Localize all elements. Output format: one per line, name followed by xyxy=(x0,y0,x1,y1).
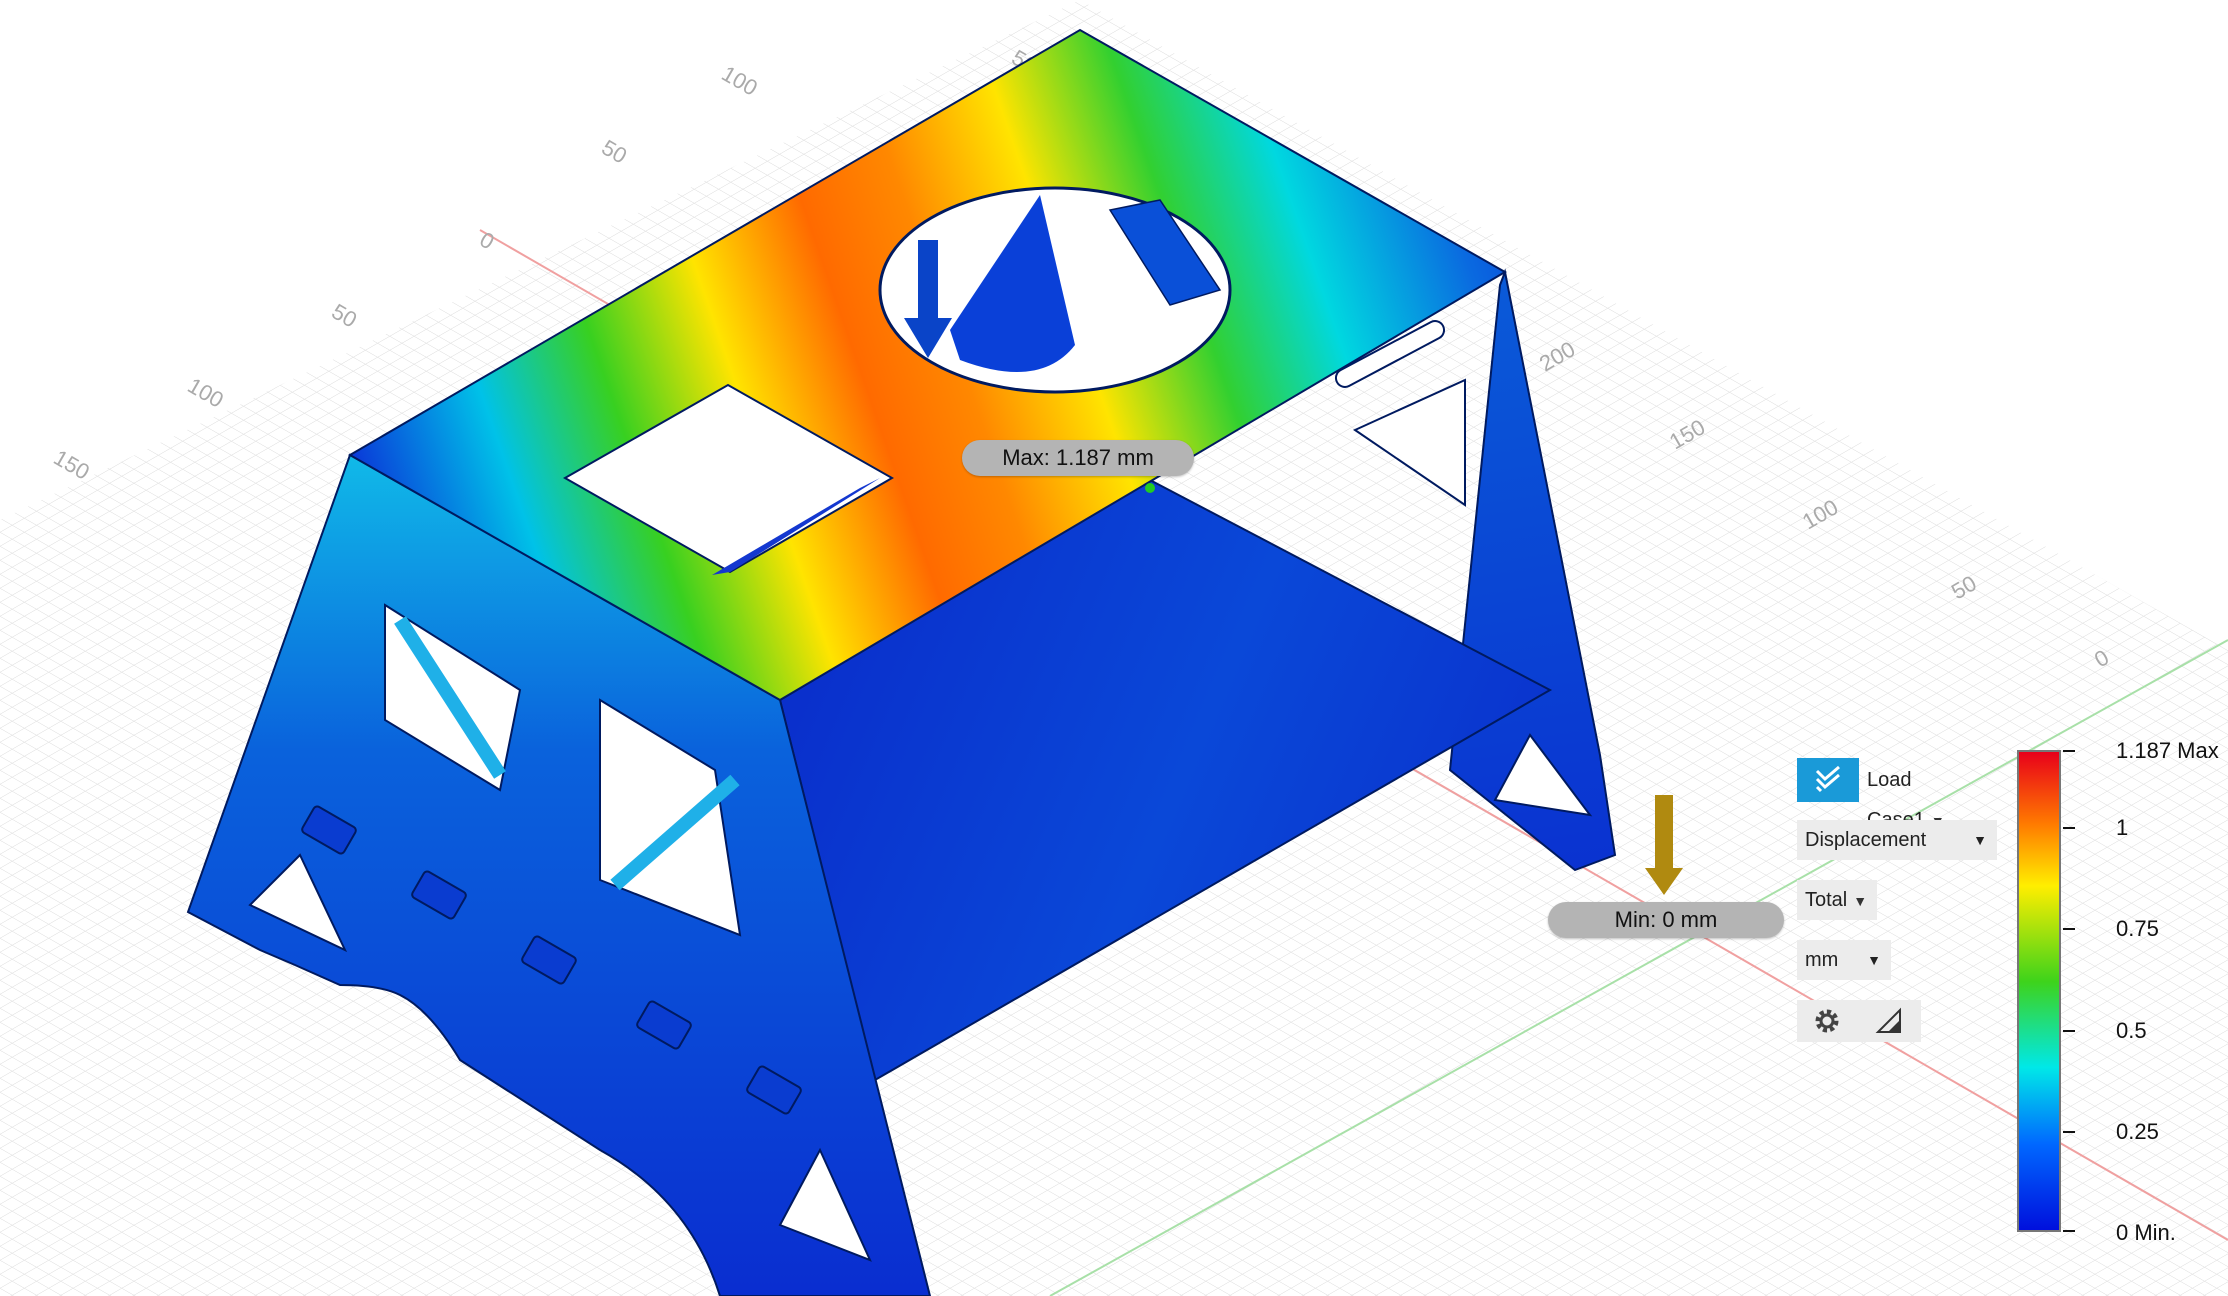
legend-tick-label: 0.75 xyxy=(2116,916,2159,941)
legend-tick-label: 0.5 xyxy=(2116,1018,2147,1043)
chevron-down-icon: ▼ xyxy=(1853,893,1868,909)
unit-dropdown[interactable]: mm ▼ xyxy=(1797,940,1891,980)
component-dropdown[interactable]: Total ▼ xyxy=(1797,880,1877,920)
component-value: Total xyxy=(1805,889,1848,911)
max-marker-point xyxy=(1145,483,1155,493)
unit-value: mm xyxy=(1805,949,1839,971)
chevron-down-icon: ▼ xyxy=(1867,952,1881,968)
result-type-dropdown[interactable]: Displacement ▼ xyxy=(1797,820,1997,860)
result-type-value: Displacement xyxy=(1805,829,1927,851)
load-case-dropdown[interactable]: Load Case1▼ xyxy=(1859,760,1991,831)
model-canvas[interactable]: 50 100 50 0 50 100 150 200 150 100 50 0 xyxy=(0,0,2228,1296)
min-max-probe-icon[interactable] xyxy=(1869,1001,1909,1041)
gear-icon[interactable] xyxy=(1807,1001,1847,1041)
legend-tick xyxy=(2063,1230,2075,1232)
legend-tick xyxy=(2063,1131,2075,1133)
legend-max-label: 1.187 Max xyxy=(2116,738,2219,763)
legend-tick xyxy=(2063,750,2075,752)
grid-label: 50 xyxy=(598,135,632,169)
grid-label: 100 xyxy=(718,61,762,101)
legend-tick-label: 1 xyxy=(2116,815,2129,840)
chevron-down-icon: ▼ xyxy=(1973,832,1987,848)
simulation-viewport[interactable]: 50 100 50 0 50 100 150 200 150 100 50 0 xyxy=(0,0,2228,1296)
grid-label: 0 xyxy=(476,227,499,255)
check-results-icon[interactable] xyxy=(1797,758,1859,802)
legend-tick xyxy=(2063,1030,2075,1032)
legend-tick xyxy=(2063,827,2075,829)
legend-tick-label: 0.25 xyxy=(2116,1119,2159,1144)
legend-color-bar xyxy=(2017,750,2061,1232)
grid-label: 50 xyxy=(328,299,362,333)
grid-label: 100 xyxy=(184,373,228,413)
min-displacement-label: Min: 0 mm xyxy=(1548,902,1784,938)
max-displacement-label: Max: 1.187 mm xyxy=(962,440,1194,476)
legend-min-label: 0 Min. xyxy=(2116,1220,2176,1245)
legend-tick xyxy=(2063,928,2075,930)
